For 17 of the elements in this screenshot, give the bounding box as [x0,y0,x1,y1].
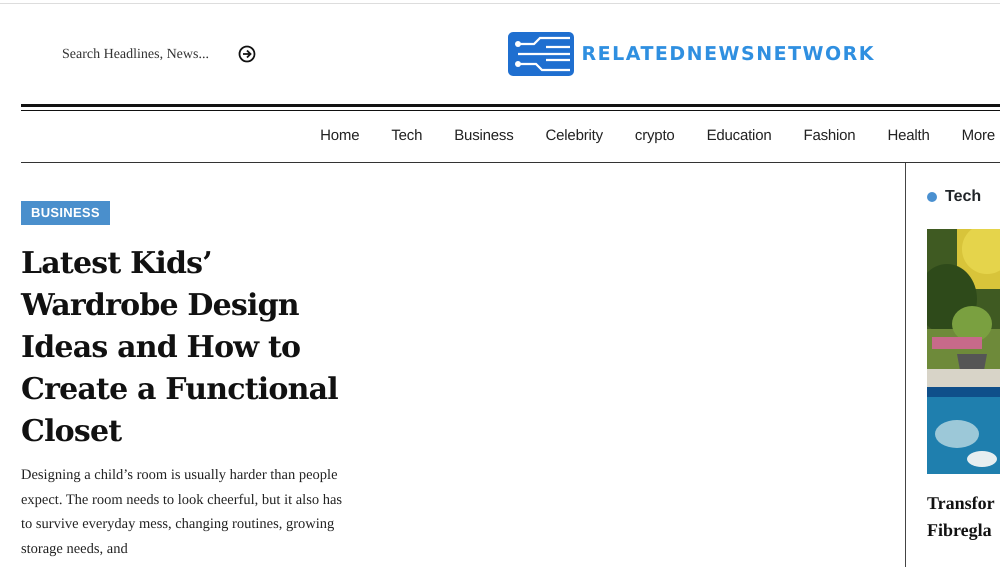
article-title[interactable]: Latest Kids’ Wardrobe Design Ideas and How to Create a Functional Closet [21,243,351,453]
post-title[interactable]: Transfor [927,490,1000,517]
nav-link[interactable]: More [946,125,1000,148]
nav-link[interactable]: Health [871,125,946,148]
nav-link[interactable]: Education [690,125,788,148]
nav-link[interactable]: Home [304,125,376,148]
nav-link[interactable]: Fashion [787,125,872,148]
nav-link[interactable]: Business [438,125,530,148]
post-title[interactable]: Fibregla [927,517,1000,544]
article-excerpt: Designing a child’s room is usually harder than people expect. The room needs to look cheerful, but it also has to survive everyday mess, changing routines, growing storage needs, and [21,466,344,558]
section-heading: Tech [945,187,982,207]
nav-link[interactable]: Tech [375,125,438,148]
nav-link[interactable]: Celebrity [530,125,619,148]
search-icon[interactable] [238,45,256,63]
nav-link[interactable]: crypto [618,125,691,148]
circuit-logo-icon[interactable] [508,32,574,76]
search-field[interactable]: Search Headlines, News... [62,44,222,64]
